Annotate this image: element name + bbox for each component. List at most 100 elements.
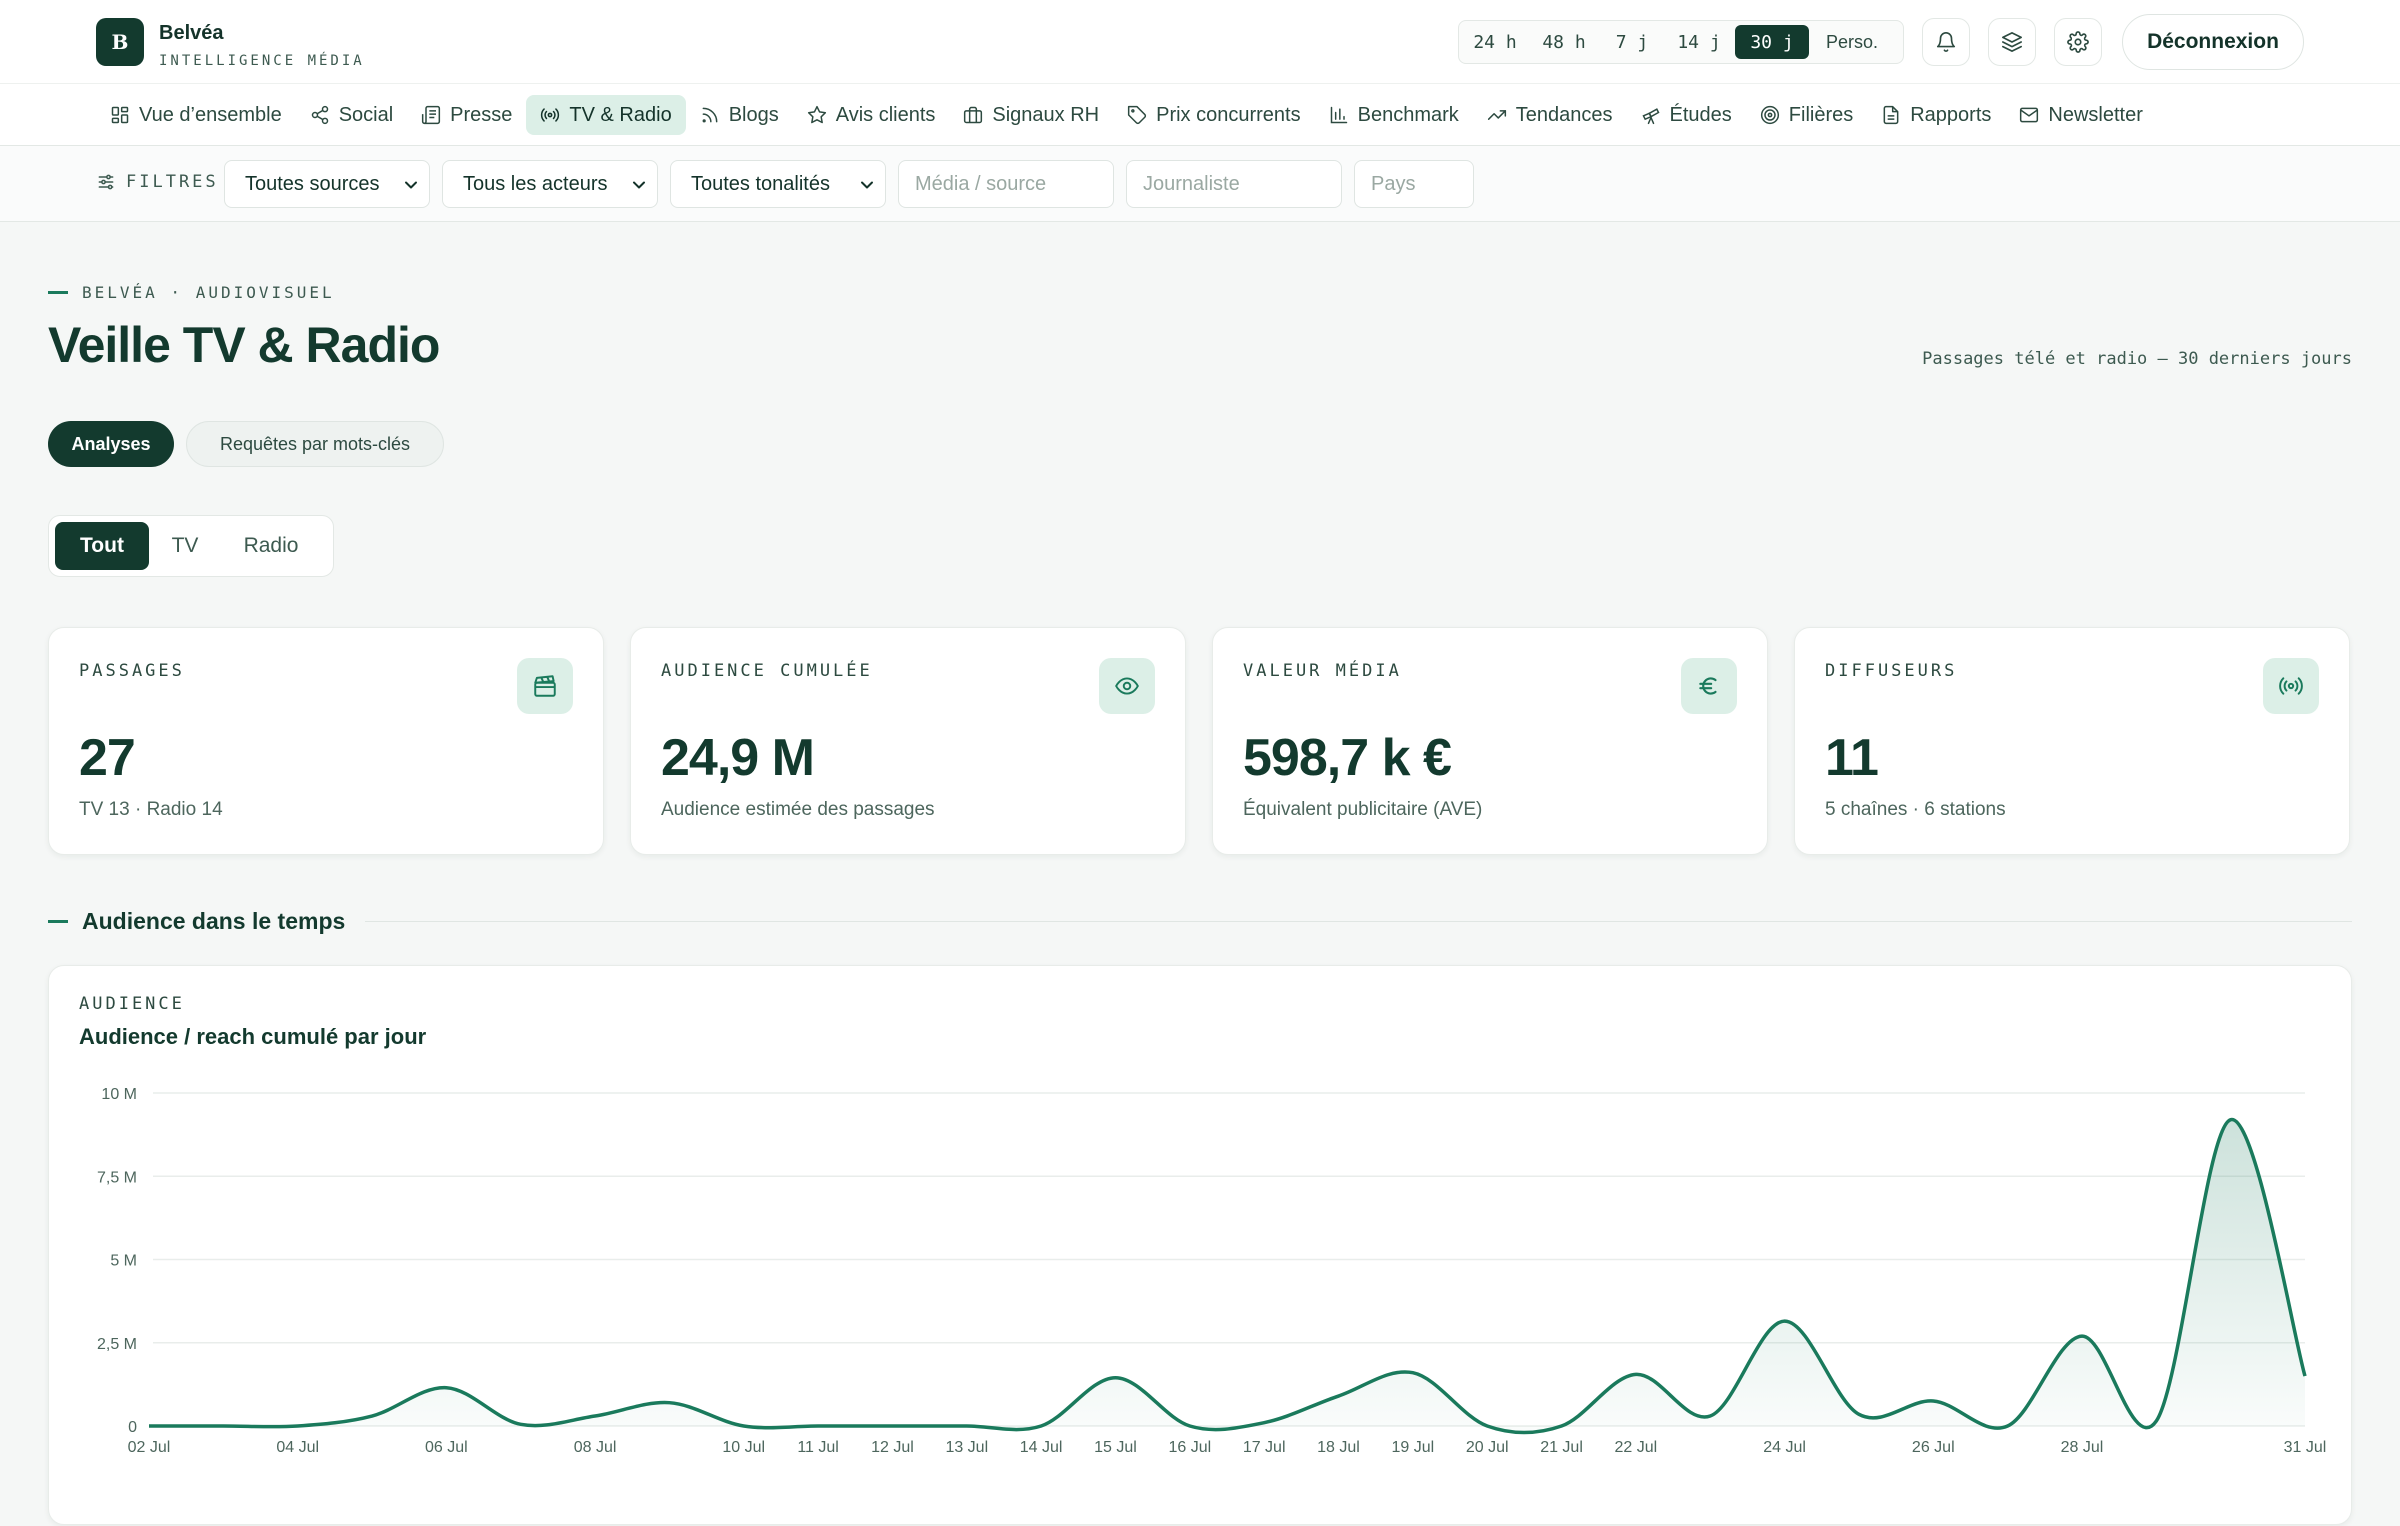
x-tick-label: 13 Jul	[945, 1439, 988, 1456]
kpi-icon-wrap	[517, 658, 573, 714]
logout-button[interactable]: Déconnexion	[2122, 14, 2304, 70]
audience-chart-card: AUDIENCE Audience / reach cumulé par jou…	[48, 965, 2352, 1525]
period-24h[interactable]: 24 h	[1463, 25, 1527, 59]
x-tick-label: 17 Jul	[1243, 1439, 1286, 1456]
chevron-down-icon	[405, 181, 417, 189]
kpi-subtext: 5 chaînes · 6 stations	[1825, 799, 2006, 820]
tag-icon	[1128, 105, 1147, 125]
nav-competitor-prices[interactable]: Prix concurrents	[1113, 95, 1315, 135]
euro-icon	[1699, 677, 1717, 695]
nav-label: Rapports	[1910, 103, 1992, 126]
notifications-button[interactable]	[1922, 18, 1970, 66]
nav-reviews[interactable]: Avis clients	[793, 95, 950, 135]
nav-overview[interactable]: Vue d’ensemble	[96, 95, 296, 135]
target-icon	[1760, 105, 1779, 125]
tones-select[interactable]: Toutes tonalités	[670, 160, 886, 208]
eyebrow-text: BELVÉA · AUDIOVISUEL	[82, 283, 335, 302]
x-tick-label: 26 Jul	[1912, 1439, 1955, 1456]
page-subtitle: Passages télé et radio — 30 derniers jou…	[1922, 349, 2352, 369]
kpi-card-broadcasters: DIFFUSEURS 11 5 chaînes · 6 stations	[1794, 627, 2350, 855]
document-icon	[1883, 105, 1899, 125]
nav-tv-radio[interactable]: TV & Radio	[526, 95, 686, 135]
sources-select[interactable]: Toutes sources	[224, 160, 430, 208]
kpi-card-passages: PASSAGES 27 TV 13 · Radio 14	[48, 627, 604, 855]
logo[interactable]: B	[96, 18, 144, 66]
kpi-card-media-value: VALEUR MÉDIA 598,7 k € Équivalent public…	[1212, 627, 1768, 855]
x-tick-label: 12 Jul	[871, 1439, 914, 1456]
kpi-subtext: Audience estimée des passages	[661, 799, 935, 820]
newspaper-icon	[422, 105, 441, 125]
kpi-icon-wrap	[2263, 658, 2319, 714]
layers-button[interactable]	[1988, 18, 2036, 66]
filters-label: FILTRES	[96, 172, 219, 192]
kpi-label: DIFFUSEURS	[1825, 661, 1958, 681]
y-tick-label: 7,5 M	[97, 1169, 137, 1186]
period-custom[interactable]: Perso.	[1809, 25, 1895, 59]
nav-sectors[interactable]: Filières	[1746, 95, 1867, 135]
settings-button[interactable]	[2054, 18, 2102, 66]
nav-studies[interactable]: Études	[1627, 95, 1746, 135]
kpi-icon-wrap	[1681, 658, 1737, 714]
kpi-icon-wrap	[1099, 658, 1155, 714]
x-tick-label: 20 Jul	[1466, 1439, 1509, 1456]
section-divider	[365, 920, 2352, 922]
section-header: Audience dans le temps	[48, 906, 2352, 936]
x-tick-label: 04 Jul	[276, 1439, 319, 1456]
audience-area-fill	[149, 1119, 2305, 1433]
nav-press[interactable]: Presse	[407, 95, 526, 135]
media-type-all[interactable]: Tout	[55, 522, 149, 570]
nav-label: Études	[1669, 103, 1732, 126]
media-type-tv[interactable]: TV	[153, 522, 217, 570]
tab-analyses[interactable]: Analyses	[48, 421, 174, 467]
eye-icon	[1115, 677, 1139, 695]
period-14d[interactable]: 14 j	[1663, 25, 1735, 59]
nav-social[interactable]: Social	[296, 95, 407, 135]
media-type-radio[interactable]: Radio	[221, 522, 321, 570]
nav-label: Presse	[450, 103, 513, 126]
kpi-label: PASSAGES	[79, 661, 185, 681]
x-tick-label: 15 Jul	[1094, 1439, 1137, 1456]
nav-label: Vue d’ensemble	[139, 103, 282, 126]
period-30d[interactable]: 30 j	[1735, 25, 1809, 59]
country-input[interactable]: Pays	[1354, 160, 1474, 208]
sliders-icon	[98, 174, 114, 190]
nav-reports[interactable]: Rapports	[1867, 95, 2005, 135]
nav-label: Avis clients	[835, 103, 936, 126]
tab-keyword-queries[interactable]: Requêtes par mots-clés	[186, 421, 444, 467]
period-7d[interactable]: 7 j	[1601, 25, 1663, 59]
x-tick-label: 28 Jul	[2061, 1439, 2104, 1456]
nav-label: Newsletter	[2048, 103, 2143, 126]
nav-label: Benchmark	[1357, 103, 1459, 126]
grid-icon	[111, 106, 129, 124]
nav-trends[interactable]: Tendances	[1473, 95, 1627, 135]
media-source-input[interactable]: Média / source	[898, 160, 1114, 208]
actors-select[interactable]: Tous les acteurs	[442, 160, 658, 208]
audience-series-line	[148, 1117, 2307, 1435]
period-selector: 24 h 48 h 7 j 14 j 30 j Perso.	[1458, 20, 1904, 64]
nav-newsletter[interactable]: Newsletter	[2005, 95, 2143, 135]
nav-label: Filières	[1788, 103, 1854, 126]
nav-label: Signaux RH	[992, 103, 1100, 126]
rss-icon	[702, 107, 718, 123]
media-type-toggle: Tout TV Radio	[48, 515, 334, 577]
nav-blogs[interactable]: Blogs	[686, 95, 793, 135]
x-tick-label: 21 Jul	[1540, 1439, 1583, 1456]
nav-benchmark[interactable]: Benchmark	[1315, 95, 1473, 135]
journalist-input[interactable]: Journaliste	[1126, 160, 1342, 208]
main-nav: Vue d’ensemble Social Presse TV & Radio …	[96, 94, 2143, 136]
nav-label: Prix concurrents	[1156, 103, 1301, 126]
mail-icon	[2020, 107, 2039, 123]
layers-icon	[2002, 32, 2022, 52]
period-48h[interactable]: 48 h	[1527, 25, 1601, 59]
kpi-subtext: Équivalent publicitaire (AVE)	[1243, 799, 1483, 820]
star-icon	[807, 105, 826, 124]
nav-hr-signals[interactable]: Signaux RH	[949, 95, 1113, 135]
kpi-subtext: TV 13 · Radio 14	[79, 799, 223, 820]
kpi-value: 598,7 k €	[1243, 729, 1452, 787]
trend-up-icon	[1487, 110, 1506, 120]
nav-label: Blogs	[728, 103, 779, 126]
kpi-value: 24,9 M	[661, 729, 815, 787]
audience-area-chart: 0 2,5 M 5 M 7,5 M 10 M 02 Jul 04 Jul 06 Jul 08 J…	[97, 1086, 2326, 1456]
kpi-card-audience: AUDIENCE CUMULÉE 24,9 M Audience estimée…	[630, 627, 1186, 855]
accent-dash	[48, 919, 68, 923]
